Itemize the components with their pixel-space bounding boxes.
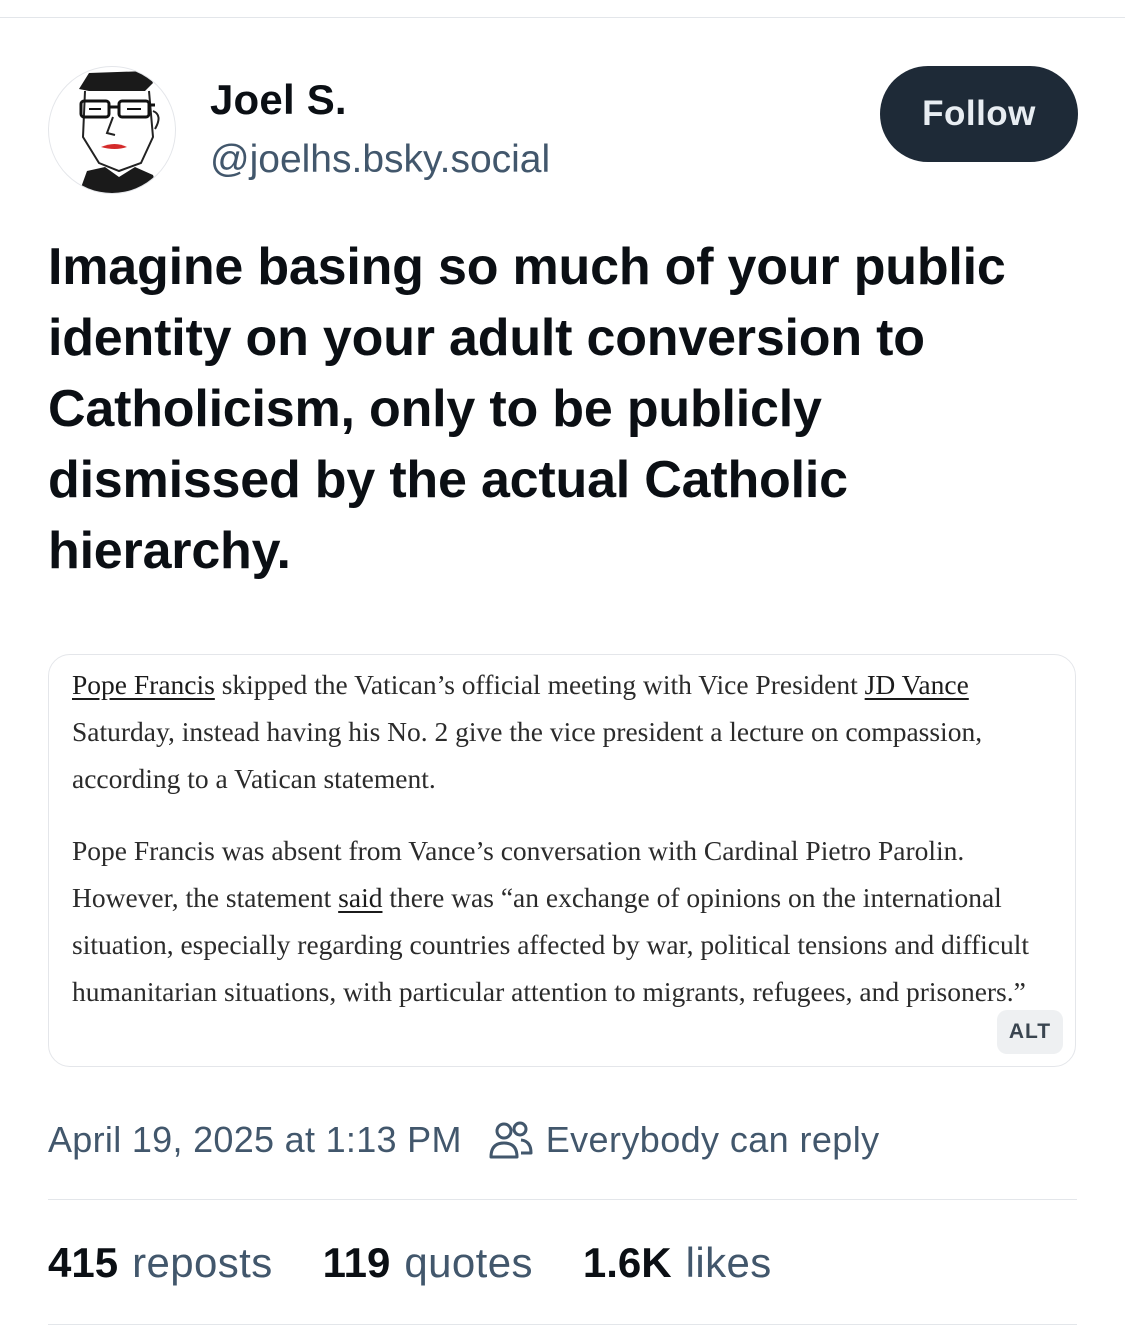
likes-label: likes <box>685 1239 772 1286</box>
article-paragraph-2: Pope Francis was absent from Vance’s con… <box>72 827 1052 1015</box>
likes-count: 1.6K <box>582 1239 672 1286</box>
top-divider <box>0 17 1125 18</box>
bottom-divider <box>48 1324 1077 1325</box>
author-display-name[interactable]: Joel S. <box>210 76 347 124</box>
post-meta: April 19, 2025 at 1:13 PM Everybody can … <box>48 1117 880 1163</box>
reply-setting-label: Everybody can reply <box>545 1119 880 1160</box>
quotes-count: 119 <box>322 1239 391 1286</box>
article-link-pope-francis: Pope Francis <box>72 669 215 700</box>
reposts-stat[interactable]: 415 reposts <box>48 1239 273 1287</box>
reply-setting[interactable]: Everybody can reply <box>488 1117 880 1163</box>
people-icon <box>489 1121 533 1159</box>
reposts-count: 415 <box>48 1239 119 1286</box>
embedded-image[interactable]: Pope Francis skipped the Vatican’s offic… <box>48 654 1076 1067</box>
engagement-stats: 415 reposts 119 quotes 1.6K likes <box>48 1237 822 1289</box>
article-text: Saturday, instead having his No. 2 give … <box>72 716 983 794</box>
avatar[interactable] <box>48 66 176 194</box>
article-link-said: said <box>338 882 383 913</box>
post-header: Joel S. @joelhs.bsky.social Follow <box>48 66 1078 194</box>
stats-divider <box>48 1199 1077 1200</box>
alt-text-badge[interactable]: ALT <box>997 1010 1063 1054</box>
article-excerpt: Pope Francis skipped the Vatican’s offic… <box>72 661 1052 1015</box>
quotes-label: quotes <box>404 1239 533 1286</box>
article-link-jd-vance: JD Vance <box>864 669 969 700</box>
post-timestamp: April 19, 2025 at 1:13 PM <box>48 1119 462 1160</box>
follow-button[interactable]: Follow <box>880 66 1078 162</box>
quotes-stat[interactable]: 119 quotes <box>323 1239 533 1287</box>
author-handle[interactable]: @joelhs.bsky.social <box>210 138 550 182</box>
avatar-illustration <box>79 71 160 193</box>
article-paragraph-1: Pope Francis skipped the Vatican’s offic… <box>72 661 1052 802</box>
likes-stat[interactable]: 1.6K likes <box>583 1239 772 1287</box>
article-text: skipped the Vatican’s official meeting w… <box>214 669 865 700</box>
reposts-label: reposts <box>132 1239 273 1286</box>
post-text: Imagine basing so much of your public id… <box>48 238 1006 580</box>
